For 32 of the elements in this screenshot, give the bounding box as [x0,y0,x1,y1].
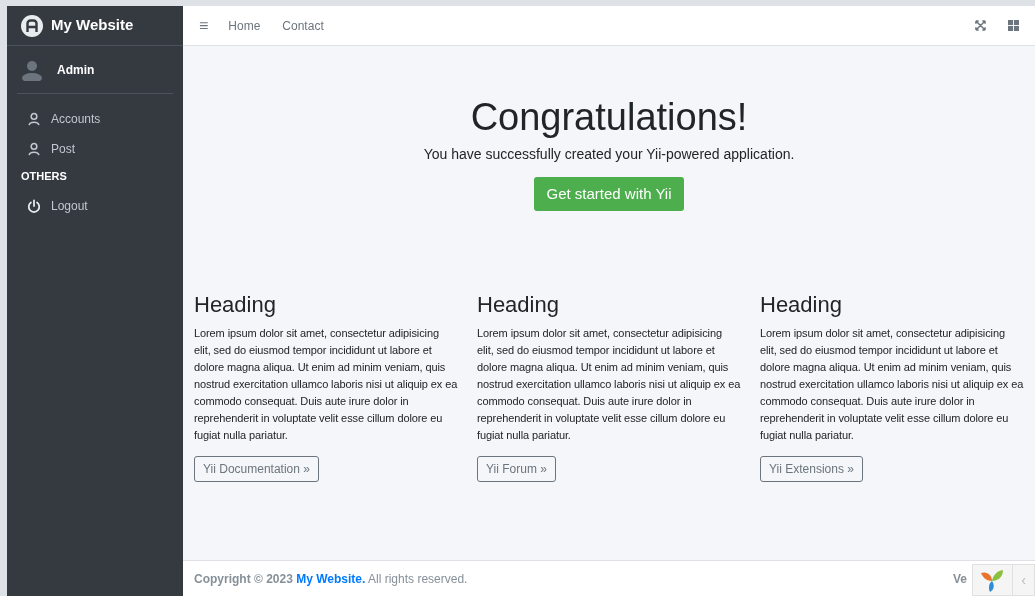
column-button[interactable]: Yii Forum » [477,456,556,482]
sidebar-section-header: OTHERS [20,169,68,184]
column-heading: Heading [477,291,559,319]
avatar-icon [21,58,43,81]
logo-icon [21,14,43,37]
version-text: Ve [953,570,967,588]
nav-link[interactable]: Home [228,16,261,35]
brand-title[interactable]: My Website [51,14,134,37]
column-button[interactable]: Yii Extensions » [760,456,863,482]
grid-icon[interactable] [1008,20,1019,31]
fullscreen-icon[interactable] [975,20,986,31]
user-icon [27,112,41,126]
column-button[interactable]: Yii Documentation » [194,456,319,482]
nav-link[interactable]: Contact [282,16,324,35]
column-text: Lorem ipsum dolor sit amet, consectetur adipisicing elit, sed do eiusmod tempor incididunt ut labore et dolore magna aliqua. Ut enim ad minim veniam, quis nostrud exercitation ullamco laboris nisi ut aliquip ex ea commodo consequat. Duis aute irure dolor in reprehenderit in voluptate velit esse cillum dolore eu fugiat nulla pariatur. [477,326,741,443]
column-text: Lorem ipsum dolor sit amet, consectetur adipisicing elit, sed do eiusmod tempor incididunt ut labore et dolore magna aliqua. Ut enim ad minim veniam, quis nostrud exercitation ullamco laboris nisi ut aliquip ex ea commodo consequat. Duis aute irure dolor in reprehenderit in voluptate velit esse cillum dolore eu fugiat nulla pariatur. [194,326,458,443]
website-link[interactable]: My Website. [296,571,366,586]
sidebar-item[interactable]: Logout [7,190,183,221]
sidebar-item[interactable]: Post [7,134,183,164]
yii-logo-icon[interactable] [979,567,1005,593]
menu-toggle[interactable]: ≡ [199,13,209,38]
user-name[interactable]: Admin [57,60,95,79]
user-icon [27,142,41,156]
column-heading: Heading [194,291,276,319]
get-started-button[interactable]: Get started with Yii [534,177,684,211]
column-heading: Heading [760,291,842,319]
sidebar-item[interactable]: Accounts [7,104,183,134]
column-text: Lorem ipsum dolor sit amet, consectetur adipisicing elit, sed do eiusmod tempor incididunt ut labore et dolore magna aliqua. Ut enim ad minim veniam, quis nostrud exercitation ullamco laboris nisi ut aliquip ex ea commodo consequat. Duis aute irure dolor in reprehenderit in voluptate velit esse cillum dolore eu fugiat nulla pariatur. [760,326,1024,443]
copyright-text: Copyright © 2023 My Website. All rights reserved. [194,570,468,588]
jumbotron-lead: You have successfully created your Yii-powered application. [423,145,795,164]
power-icon [27,198,41,213]
jumbotron-title: Congratulations! [470,95,748,140]
